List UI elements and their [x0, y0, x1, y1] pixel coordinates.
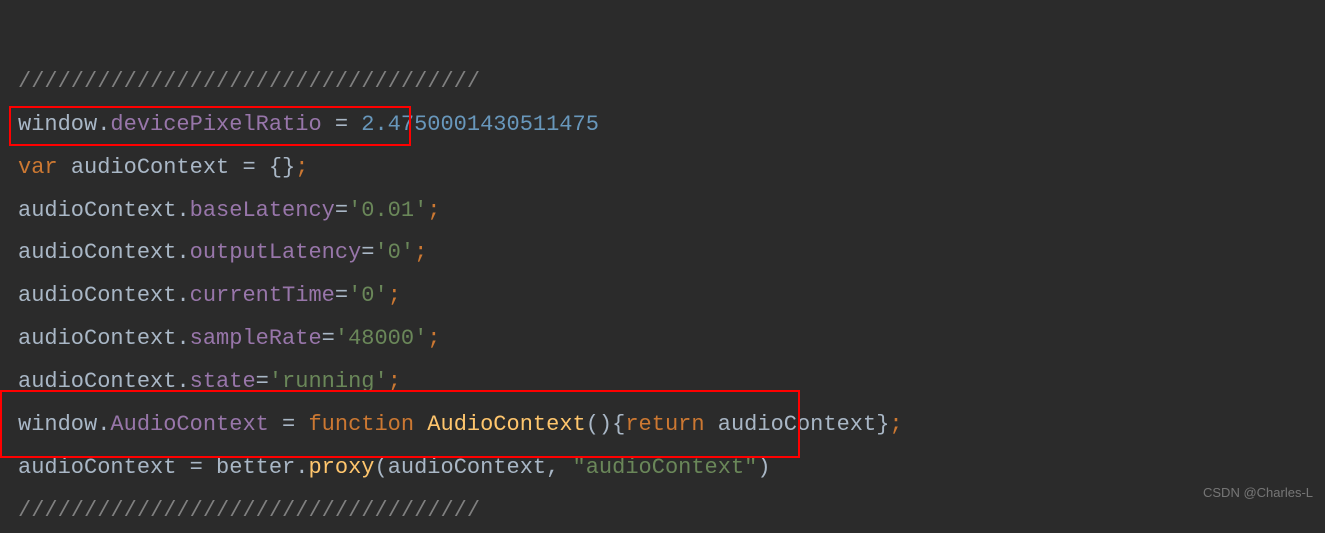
code-eq: = — [269, 412, 309, 437]
code-parens: () — [586, 412, 612, 437]
code-eq: = — [176, 455, 216, 480]
code-semi: ; — [427, 198, 440, 223]
code-prop: currentTime — [190, 283, 335, 308]
code-dot: . — [176, 283, 189, 308]
code-method: proxy — [308, 455, 374, 480]
code-comment: /////////////////////////////////// — [18, 498, 480, 523]
code-number: 2.4750001430511475 — [361, 112, 599, 137]
code-eq: = — [335, 198, 348, 223]
watermark: CSDN @Charles-L — [1203, 480, 1313, 505]
code-keyword: function — [308, 412, 414, 437]
code-eq: = — [322, 112, 362, 137]
code-dot: . — [176, 369, 189, 394]
code-ident: window — [18, 112, 97, 137]
code-string: 'running' — [269, 369, 388, 394]
code-semi: ; — [388, 283, 401, 308]
code-rparen: ) — [757, 455, 770, 480]
code-lparen: ( — [374, 455, 387, 480]
code-semi: ; — [414, 240, 427, 265]
code-ident: audioContext — [718, 412, 876, 437]
code-string: "audioContext" — [573, 455, 758, 480]
code-string: '0' — [348, 283, 388, 308]
code-arg: audioContext — [388, 455, 546, 480]
code-lbrace: { — [612, 412, 625, 437]
code-dot: . — [295, 455, 308, 480]
code-semi: ; — [427, 326, 440, 351]
code-space — [414, 412, 427, 437]
code-keyword: return — [625, 412, 704, 437]
code-braces: {} — [269, 155, 295, 180]
code-dot: . — [97, 412, 110, 437]
code-ident: audioContext — [18, 455, 176, 480]
code-space — [58, 155, 71, 180]
code-ident: window — [18, 412, 97, 437]
code-string: '0' — [374, 240, 414, 265]
code-eq: = — [229, 155, 269, 180]
code-ident: audioContext — [18, 283, 176, 308]
code-dot: . — [176, 240, 189, 265]
code-semi: ; — [388, 369, 401, 394]
code-comment: /////////////////////////////////// — [18, 69, 480, 94]
code-prop: state — [190, 369, 256, 394]
code-space — [705, 412, 718, 437]
code-ident: audioContext — [18, 198, 176, 223]
code-ident: audioContext — [18, 369, 176, 394]
code-eq: = — [361, 240, 374, 265]
code-dot: . — [176, 326, 189, 351]
code-ident: audioContext — [71, 155, 229, 180]
code-rbrace: } — [876, 412, 889, 437]
code-eq: = — [256, 369, 269, 394]
code-prop: AudioContext — [110, 412, 268, 437]
code-prop: outputLatency — [190, 240, 362, 265]
code-funcname: AudioContext — [427, 412, 585, 437]
code-eq: = — [335, 283, 348, 308]
code-semi: ; — [889, 412, 902, 437]
code-string: '0.01' — [348, 198, 427, 223]
code-comma: , — [546, 455, 572, 480]
code-ident: audioContext — [18, 240, 176, 265]
code-ident: audioContext — [18, 326, 176, 351]
code-prop: sampleRate — [190, 326, 322, 351]
code-dot: . — [97, 112, 110, 137]
code-dot: . — [176, 198, 189, 223]
code-ident: better — [216, 455, 295, 480]
code-string: '48000' — [335, 326, 427, 351]
code-semi: ; — [295, 155, 308, 180]
code-editor-content: /////////////////////////////////// wind… — [0, 0, 1325, 533]
code-eq: = — [322, 326, 335, 351]
code-keyword: var — [18, 155, 58, 180]
code-prop: devicePixelRatio — [110, 112, 321, 137]
code-prop: baseLatency — [190, 198, 335, 223]
